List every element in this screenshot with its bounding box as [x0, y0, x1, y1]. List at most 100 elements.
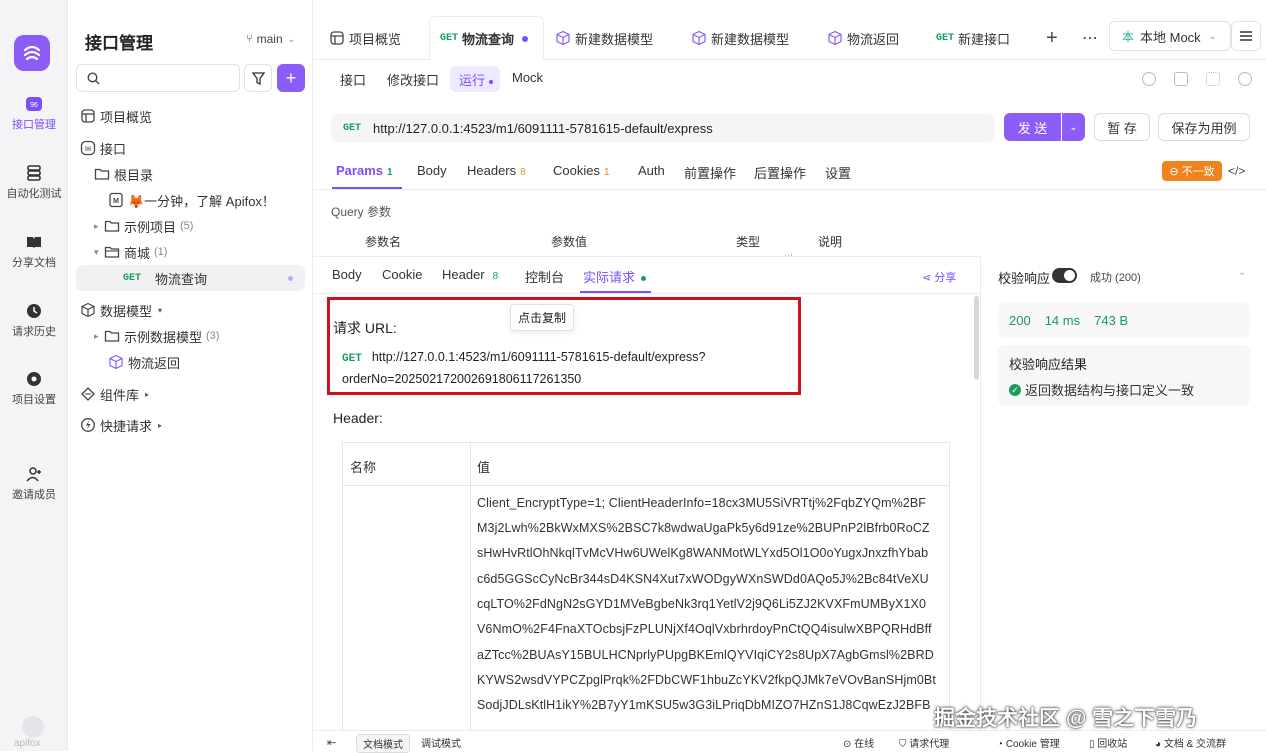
proxy-button[interactable]: ⛉ 请求代理 [899, 735, 949, 750]
ptab-pre-ops[interactable]: 前置操作 [684, 163, 736, 182]
rtab-label: 实际请求 [583, 270, 636, 285]
chevron-down-icon[interactable]: ⌄ [1238, 267, 1246, 278]
query-col-name: 参数名 [365, 235, 402, 249]
tab-logistics-return[interactable]: 物流返回 [827, 16, 899, 60]
rail-item-history[interactable]: 请求历史 [0, 303, 68, 339]
ptab-post-ops[interactable]: 后置操作 [754, 163, 806, 182]
tree-search-input[interactable] [76, 64, 240, 92]
panel-divider [980, 257, 981, 729]
tab-new-model-2[interactable]: 新建数据模型 [691, 16, 789, 60]
subtab-edit[interactable]: 修改接口 [387, 70, 439, 89]
api-icon: 96 [80, 140, 96, 156]
menu-button[interactable] [1231, 21, 1261, 51]
tree-item-logistics-return[interactable]: 物流返回 [68, 349, 313, 375]
subtab-mock[interactable]: Mock [512, 70, 543, 85]
tree-item-components[interactable]: 组件库 ▸ [68, 381, 313, 407]
tab-new-api[interactable]: GET 新建接口 [936, 16, 1010, 60]
ptab-label: Params [336, 163, 383, 178]
subtab-api[interactable]: 接口 [340, 70, 366, 89]
ptab-settings[interactable]: 设置 [825, 163, 851, 182]
tab-logistics-query[interactable]: GET 物流查询 [429, 16, 544, 60]
validate-toggle[interactable] [1052, 268, 1077, 283]
online-status[interactable]: ⊙ 在线 [843, 735, 874, 750]
rtab-body[interactable]: Body [332, 267, 362, 282]
rail-label: 项目设置 [12, 394, 56, 406]
save-temp-button[interactable]: 暂 存 [1094, 113, 1150, 141]
collapse-sidebar-icon[interactable]: ⇤ [327, 736, 336, 749]
rail-item-automation[interactable]: 自动化测试 [0, 165, 68, 201]
tree-item-root[interactable]: 根目录 [68, 161, 313, 187]
send-options-button[interactable]: ⌄ [1062, 113, 1085, 141]
ptab-headers[interactable]: Headers 8 [467, 163, 526, 178]
apifox-logo[interactable] [14, 35, 50, 71]
url-bar[interactable]: GET http://127.0.0.1:4523/m1/6091111-578… [331, 114, 995, 142]
split-handle[interactable] [313, 256, 980, 257]
tree-item-example-models[interactable]: ▸ 示例数据模型 (3) [68, 323, 313, 349]
tree-item-logistics-query[interactable]: GET 物流查询 [76, 265, 305, 291]
share-link-icon[interactable] [1206, 72, 1220, 86]
cookie-manager-button[interactable]: ◔ Cookie 管理 [997, 735, 1060, 750]
ptab-label: Cookies [553, 163, 600, 178]
validation-result-title: 校验响应结果 [1009, 357, 1088, 372]
share-button[interactable]: ⋖ 分享 [922, 269, 956, 285]
branch-selector[interactable]: ⑂ main ⌄ [246, 32, 295, 46]
validate-status[interactable]: 成功 (200) [1090, 269, 1141, 285]
tree-item-api[interactable]: 96 接口 [68, 135, 313, 161]
rtab-header[interactable]: Header 8 [442, 267, 498, 282]
method-selector[interactable]: GET [343, 123, 361, 134]
filter-button[interactable] [244, 64, 272, 92]
status-bar: ⇤ 文档模式 调试模式 ⊙ 在线 ⛉ 请求代理 ◔ Cookie 管理 ▯ 回收… [313, 730, 1266, 753]
chevron-right-icon[interactable]: ▸ [94, 331, 104, 342]
tab-new-model-1[interactable]: 新建数据模型 [555, 16, 653, 60]
rail-item-invite[interactable]: 邀请成员 [0, 466, 68, 502]
filter-icon [251, 71, 265, 85]
chevron-down-icon[interactable]: ▾ [94, 247, 104, 258]
add-button[interactable]: + [277, 64, 305, 92]
recycle-bin-button[interactable]: ▯ 回收站 [1089, 735, 1127, 750]
rail-item-api[interactable]: 96 接口管理 [0, 96, 68, 132]
tree-item-label: 接口 [100, 141, 127, 157]
request-url-value[interactable]: GET http://127.0.0.1:4523/m1/6091111-5781… [342, 347, 705, 389]
header-value-line: V6NmO%2F4FnaXTOcbsjFzPLUNjXf4OqlVxbrhrdo… [477, 622, 932, 636]
drag-handle-icon[interactable]: ⋯ [784, 250, 794, 261]
tree-item-intro-doc[interactable]: M 🦊一分钟，了解 Apifox！ [68, 187, 313, 213]
ptab-count: 1 [386, 167, 393, 178]
run-history-icon[interactable] [1142, 72, 1156, 86]
ptab-auth[interactable]: Auth [638, 163, 665, 178]
ptab-body[interactable]: Body [417, 163, 447, 178]
subtab-run[interactable]: 运行 [459, 70, 494, 89]
rail-label: 邀请成员 [12, 489, 56, 501]
rail-item-share-docs[interactable]: 分享文档 [0, 234, 68, 270]
tree-item-project-overview[interactable]: 项目概览 [68, 103, 313, 129]
send-button[interactable]: 发 送 [1004, 113, 1061, 141]
debug-mode-toggle[interactable]: 调试模式 [421, 735, 461, 750]
community-button[interactable]: ◕ 文档 & 交流群 [1155, 735, 1226, 750]
rtab-cookie[interactable]: Cookie [382, 267, 422, 282]
env-selector[interactable]: 本 本地 Mock ⌄ [1109, 21, 1231, 51]
caret-right-icon: ▸ [158, 420, 163, 430]
ptab-label: Headers [467, 163, 517, 178]
ptab-cookies[interactable]: Cookies 1 [553, 163, 610, 178]
url-input[interactable]: http://127.0.0.1:4523/m1/6091111-5781615… [373, 121, 713, 136]
doc-mode-toggle[interactable]: 文档模式 [356, 734, 410, 753]
scrollbar-thumb[interactable] [974, 296, 979, 380]
code-view-icon[interactable]: </> [1228, 164, 1245, 178]
tree-item-mall[interactable]: ▾ 商城 (1) [68, 239, 313, 265]
ptab-params[interactable]: Params 1 [336, 163, 393, 178]
rtab-console[interactable]: 控制台 [525, 267, 564, 286]
inconsistent-badge[interactable]: ⊖ 不一致 [1162, 161, 1222, 181]
chevron-right-icon[interactable]: ▸ [94, 221, 104, 232]
save-as-case-button[interactable]: 保存为用例 [1158, 113, 1250, 141]
settings-icon[interactable] [1238, 72, 1252, 86]
tree-item-data-models[interactable]: 数据模型 ▾ [68, 297, 313, 323]
chevron-down-icon: ⌄ [1069, 121, 1078, 133]
tree-item-example-project[interactable]: ▸ 示例项目 (5) [68, 213, 313, 239]
new-tab-button[interactable]: + [1046, 16, 1058, 60]
tab-project-overview[interactable]: 项目概览 [329, 16, 401, 60]
copy-icon[interactable] [1174, 72, 1188, 86]
tree-item-quick-requests[interactable]: 快捷请求 ▸ [68, 412, 313, 438]
rtab-actual-request[interactable]: 实际请求 [583, 267, 647, 286]
more-tabs-button[interactable]: ⋯ [1082, 16, 1098, 60]
response-size: 743 B [1094, 312, 1129, 328]
rail-item-settings[interactable]: 项目设置 [0, 371, 68, 407]
